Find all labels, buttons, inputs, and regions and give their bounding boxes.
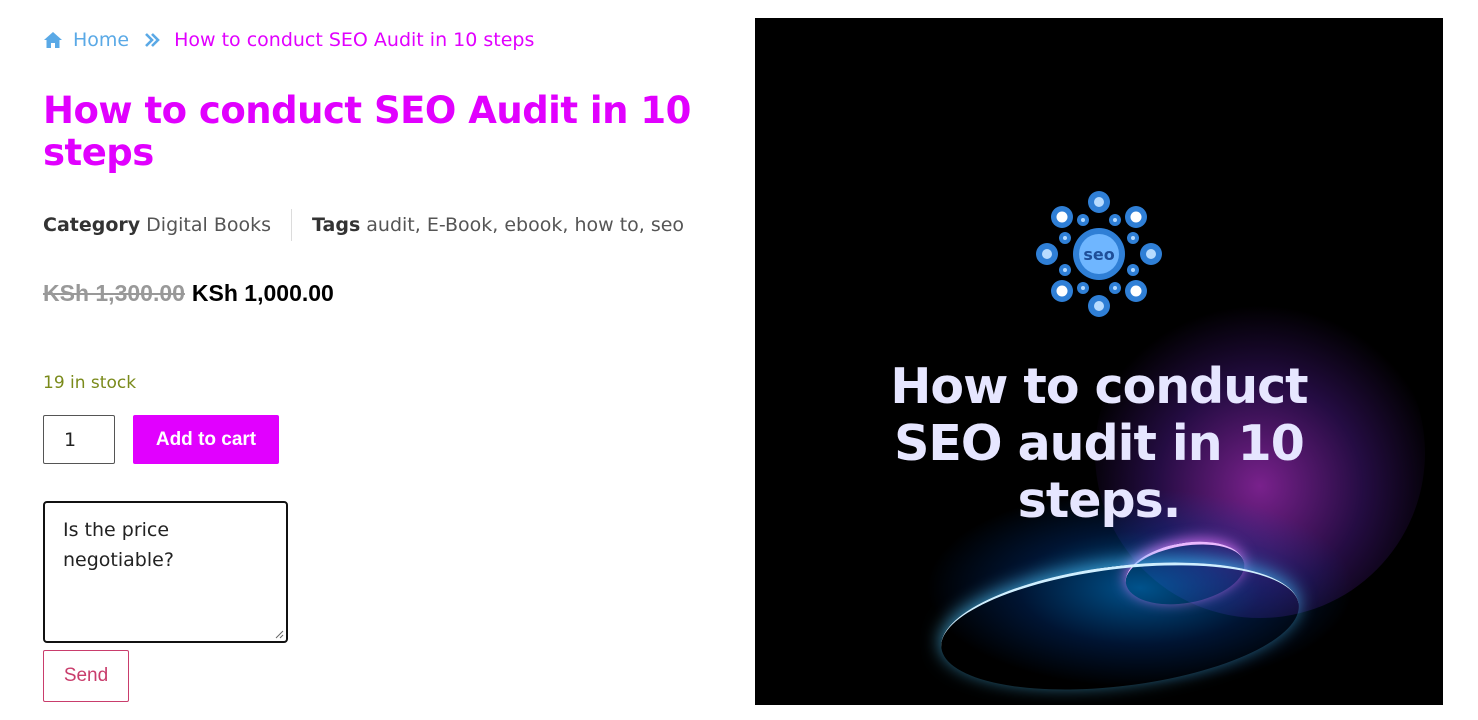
hero-headline: How to conduct SEO audit in 10 steps. [755, 358, 1443, 529]
message-line-2: negotiable? [63, 549, 174, 571]
product-title: How to conduct SEO Audit in 10 steps [43, 89, 691, 174]
resize-grip-icon[interactable] [274, 629, 284, 639]
add-to-cart-button[interactable]: Add to cart [133, 415, 279, 464]
tags-label: Tags [312, 214, 361, 236]
hero-line-3: steps. [1017, 472, 1182, 529]
hero-line-2: SEO audit in 10 [894, 415, 1305, 472]
hero-line-1: How to conduct [890, 358, 1308, 415]
logo-text: seo [1083, 245, 1114, 264]
breadcrumb: Home How to conduct SEO Audit in 10 step… [43, 26, 534, 54]
seo-logo-icon: seo [1036, 191, 1162, 317]
product-image[interactable]: seo How to conduct SEO audit in 10 steps… [755, 18, 1443, 705]
product-price: KSh 1,300.00 KSh 1,000.00 [43, 280, 334, 307]
message-textarea[interactable]: Is the price negotiable? [43, 501, 288, 643]
tags-value[interactable]: audit, E-Book, ebook, how to, seo [366, 214, 684, 236]
breadcrumb-current: How to conduct SEO Audit in 10 steps [174, 29, 535, 51]
stock-status: 19 in stock [43, 373, 137, 393]
category-value[interactable]: Digital Books [146, 214, 271, 236]
send-button[interactable]: Send [43, 650, 129, 702]
message-line-1: Is the price [63, 519, 170, 541]
sale-price: KSh 1,000.00 [191, 280, 334, 306]
category-label: Category [43, 214, 141, 236]
home-icon[interactable] [43, 30, 63, 50]
breadcrumb-home-link[interactable]: Home [73, 29, 129, 51]
meta-divider [291, 209, 293, 241]
quantity-input[interactable]: 1 [43, 415, 115, 464]
double-chevron-right-icon [145, 33, 160, 47]
product-meta: Category Digital Books Tags audit, E-Boo… [43, 209, 684, 241]
old-price: KSh 1,300.00 [43, 280, 185, 306]
